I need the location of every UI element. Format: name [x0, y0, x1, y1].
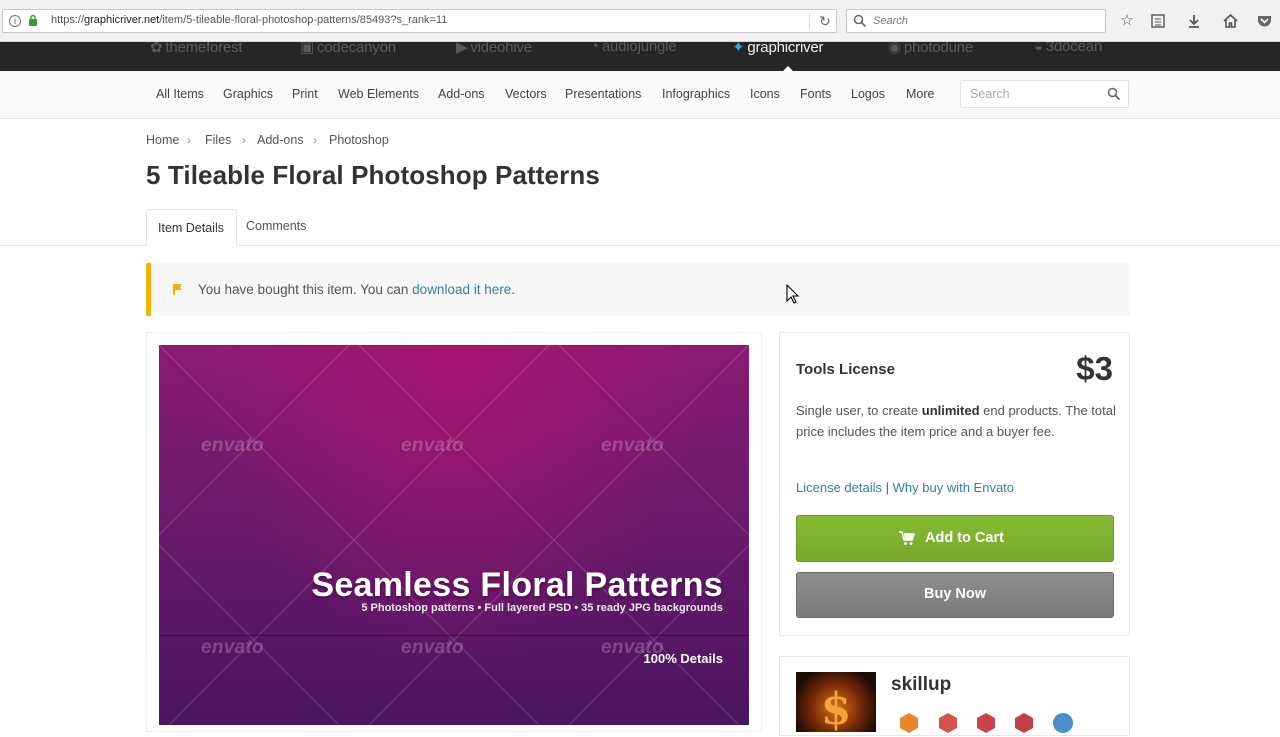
market-audiojungle[interactable]: ◔ audiojungle — [590, 42, 677, 55]
mouse-cursor-icon — [786, 284, 800, 304]
market-codecanyon[interactable]: ▣ codecanyon — [300, 42, 396, 56]
bookmark-star-icon[interactable]: ☆ — [1117, 11, 1137, 31]
nav-logos[interactable]: Logos — [851, 87, 885, 101]
author-avatar[interactable]: $ — [796, 672, 876, 735]
pattern-overlay — [159, 345, 749, 725]
preview-title: Seamless Floral Patterns — [311, 566, 723, 604]
url-text: https://graphicriver.net/item/5-tileable… — [51, 14, 448, 26]
chevron-right-icon: › — [242, 133, 246, 147]
envato-watermark: envato — [401, 435, 465, 456]
breadcrumb-home[interactable]: Home — [146, 133, 179, 147]
author-badge-icon — [977, 713, 995, 733]
home-icon[interactable] — [1220, 11, 1240, 31]
add-to-cart-button[interactable]: Add to Cart — [796, 515, 1114, 562]
graphicriver-icon: ✦ — [732, 42, 745, 56]
svg-text:$: $ — [821, 684, 852, 732]
page-title: 5 Tileable Floral Photoshop Patterns — [146, 160, 600, 190]
tab-item-details-label: Item Details — [158, 221, 224, 235]
themeforest-icon: ✿ — [150, 42, 163, 56]
browser-toolbar: i https://graphicriver.net/item/5-tileab… — [0, 0, 1280, 42]
breadcrumb-add-ons[interactable]: Add-ons — [257, 133, 304, 147]
purchase-notice: You have bought this item. You can downl… — [146, 263, 1130, 316]
photodune-icon: ◉ — [888, 42, 901, 56]
nav-all-items[interactable]: All Items — [156, 87, 204, 101]
preview-divider — [159, 635, 749, 636]
license-description: Single user, to create unlimited end pro… — [796, 403, 1116, 439]
site-search-placeholder: Search — [970, 87, 1010, 101]
audiojungle-icon: ◔ — [590, 42, 599, 55]
nav-infographics[interactable]: Infographics — [662, 87, 730, 101]
market-graphicriver[interactable]: ✦ graphicriver — [732, 42, 824, 56]
author-badge-icon — [1053, 713, 1073, 733]
market-photodune[interactable]: ◉ photodune — [888, 42, 973, 56]
buy-now-label: Buy Now — [923, 586, 987, 602]
envato-watermark: envato — [201, 435, 265, 456]
tab-comments[interactable]: Comments — [246, 219, 306, 233]
why-buy-link[interactable]: Why buy with Envato — [893, 480, 1014, 495]
marketplace-bar: ✿ themeforest ▣ codecanyon ▶ videohive ◔ aud… — [0, 42, 1280, 71]
item-price: $3 — [1076, 350, 1113, 387]
license-name[interactable]: Tools License — [796, 361, 895, 378]
add-to-cart-label: Add to Cart — [925, 530, 1004, 546]
browser-search-input[interactable]: Search — [846, 9, 1106, 33]
browser-search-placeholder: Search — [873, 15, 908, 27]
nav-icons[interactable]: Icons — [750, 87, 780, 101]
breadcrumb-photoshop[interactable]: Photoshop — [329, 133, 389, 147]
chevron-right-icon: › — [187, 133, 191, 147]
market-3docean[interactable]: ◒ 3docean — [1034, 42, 1102, 55]
breadcrumb-files[interactable]: Files — [205, 133, 231, 147]
site-search-input[interactable]: Search — [960, 80, 1129, 108]
preview-detail-label: 100% Details — [643, 651, 724, 666]
search-icon[interactable] — [1107, 87, 1121, 101]
videohive-icon: ▶ — [456, 42, 468, 56]
download-icon[interactable] — [1184, 11, 1204, 31]
reading-list-icon[interactable] — [1148, 11, 1168, 31]
download-link[interactable]: download it here — [412, 282, 511, 297]
lock-icon — [29, 14, 37, 26]
envato-watermark: envato — [401, 637, 465, 658]
cart-icon — [899, 531, 915, 545]
site-info-icon[interactable]: i — [9, 15, 21, 27]
notice-text: You have bought this item. You can downl… — [198, 282, 516, 297]
address-separator — [809, 13, 810, 29]
market-videohive[interactable]: ▶ videohive — [456, 42, 532, 56]
author-badge-icon — [1015, 713, 1033, 733]
envato-watermark: envato — [201, 637, 265, 658]
search-icon — [853, 14, 867, 28]
tab-item-details[interactable]: Item Details — [146, 209, 237, 246]
preview-subtitle: 5 Photoshop patterns • Full layered PSD … — [361, 602, 723, 614]
codecanyon-icon: ▣ — [300, 42, 314, 56]
nav-web-elements[interactable]: Web Elements — [338, 87, 419, 101]
nav-print[interactable]: Print — [292, 87, 318, 101]
license-details-link[interactable]: License details — [796, 480, 882, 495]
flag-icon — [173, 284, 182, 295]
address-bar[interactable]: i https://graphicriver.net/item/5-tileab… — [2, 9, 837, 33]
nav-vectors[interactable]: Vectors — [505, 87, 547, 101]
item-preview-image[interactable]: envato envato envato envato envato envat… — [159, 345, 749, 725]
nav-fonts[interactable]: Fonts — [800, 87, 831, 101]
nav-add-ons[interactable]: Add-ons — [438, 87, 485, 101]
author-name[interactable]: skillup — [891, 674, 951, 696]
chevron-right-icon: › — [313, 133, 317, 147]
license-links: License details | Why buy with Envato — [796, 480, 1014, 495]
envato-watermark: envato — [601, 435, 665, 456]
nav-graphics[interactable]: Graphics — [223, 87, 273, 101]
nav-more[interactable]: More — [906, 87, 934, 101]
reload-icon[interactable]: ↻ — [817, 13, 833, 29]
3docean-icon: ◒ — [1034, 42, 1043, 55]
buy-now-button[interactable]: Buy Now — [796, 572, 1114, 618]
author-badge-icon — [900, 713, 918, 733]
pocket-icon[interactable] — [1254, 11, 1274, 31]
market-themeforest[interactable]: ✿ themeforest — [150, 42, 243, 56]
category-nav: All Items Graphics Print Web Elements Ad… — [0, 71, 1280, 119]
flame-icon: $ — [821, 684, 852, 735]
nav-presentations[interactable]: Presentations — [565, 87, 641, 101]
author-badge-icon — [939, 713, 957, 733]
link-separator: | — [885, 480, 890, 495]
